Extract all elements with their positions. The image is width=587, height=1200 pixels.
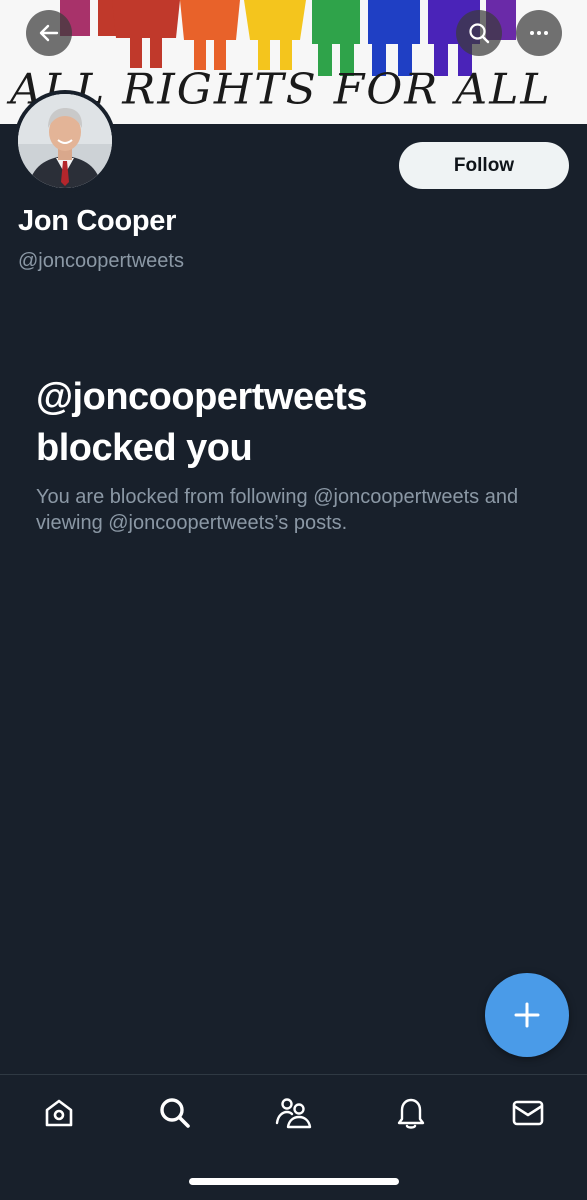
follow-button[interactable]: Follow — [399, 142, 569, 189]
profile-display-name: Jon Cooper — [18, 205, 177, 237]
search-button[interactable] — [456, 10, 502, 56]
communities-icon — [275, 1098, 312, 1129]
nav-notifications[interactable] — [391, 1093, 431, 1133]
compose-button[interactable] — [485, 973, 569, 1057]
nav-messages[interactable] — [508, 1093, 548, 1133]
blocked-title: @joncoopertweets blocked you — [36, 372, 556, 474]
messages-icon — [512, 1100, 544, 1126]
home-indicator[interactable] — [189, 1178, 399, 1185]
more-horizontal-icon — [530, 31, 548, 35]
avatar-photo — [18, 94, 112, 188]
back-button[interactable] — [26, 10, 72, 56]
blocked-title-text: blocked you — [36, 427, 253, 469]
home-icon — [45, 1099, 73, 1127]
search-icon — [469, 23, 490, 44]
notifications-icon — [397, 1098, 425, 1129]
profile-handle: @joncoopertweets — [18, 250, 184, 272]
more-button[interactable] — [516, 10, 562, 56]
plus-icon — [514, 1002, 540, 1028]
blocked-title-handle: @joncoopertweets — [36, 376, 368, 418]
arrow-left-icon — [39, 24, 59, 42]
nav-home[interactable] — [39, 1093, 79, 1133]
blocked-description: You are blocked from following @joncoope… — [36, 486, 519, 534]
nav-search[interactable] — [155, 1093, 195, 1133]
search-icon — [160, 1098, 190, 1128]
nav-communities[interactable] — [273, 1093, 313, 1133]
avatar[interactable] — [14, 90, 116, 192]
